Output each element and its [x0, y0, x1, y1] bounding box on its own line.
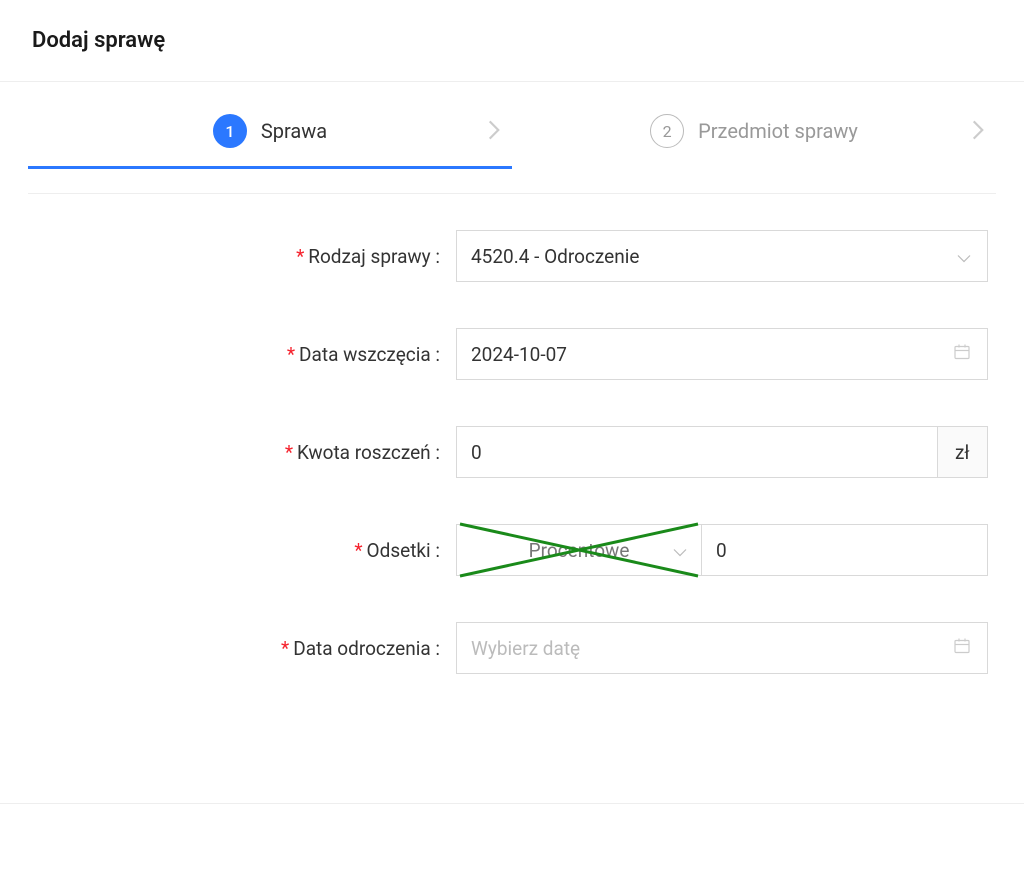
step-label-sprawa: Sprawa — [261, 119, 327, 143]
calendar-icon — [953, 637, 971, 660]
calendar-icon — [953, 343, 971, 366]
required-marker: * — [296, 245, 304, 268]
stepper: 1 Sprawa 2 Przedmiot sprawy — [28, 82, 996, 169]
input-odsetki-amount[interactable]: 0 — [702, 524, 988, 576]
required-marker: * — [285, 441, 293, 464]
label-odsetki: *Odsetki : — [36, 539, 456, 562]
select-rodzaj-sprawy[interactable]: 4520.4 - Odroczenie — [456, 230, 988, 282]
chevron-right-icon — [488, 120, 500, 144]
row-rodzaj-sprawy: *Rodzaj sprawy : 4520.4 - Odroczenie — [36, 230, 988, 282]
step-przedmiot-sprawy[interactable]: 2 Przedmiot sprawy — [512, 114, 996, 169]
required-marker: * — [281, 637, 289, 660]
select-value: Procentowe — [471, 539, 687, 562]
select-value: 4520.4 - Odroczenie — [471, 245, 639, 268]
input-data-odroczenia[interactable]: Wybierz datę — [456, 622, 988, 674]
row-data-odroczenia: *Data odroczenia : Wybierz datę — [36, 622, 988, 674]
date-value: 2024-10-07 — [471, 343, 567, 366]
step-label-przedmiot: Przedmiot sprawy — [698, 119, 858, 143]
chevron-down-icon — [673, 539, 687, 562]
label-text: Odsetki : — [367, 539, 440, 562]
input-value: 0 — [471, 441, 482, 464]
required-marker: * — [287, 343, 295, 366]
input-kwota-roszczen[interactable]: 0 — [456, 426, 938, 478]
row-kwota-roszczen: *Kwota roszczeń : 0 zł — [36, 426, 988, 478]
row-data-wszczecia: *Data wszczęcia : 2024-10-07 — [36, 328, 988, 380]
label-text: Data odroczenia : — [293, 637, 440, 660]
chevron-down-icon — [957, 245, 971, 268]
case-form: *Rodzaj sprawy : 4520.4 - Odroczenie *Da… — [28, 230, 996, 780]
label-text: Rodzaj sprawy : — [308, 245, 440, 268]
required-marker: * — [354, 539, 362, 562]
row-odsetki: *Odsetki : Procentowe 0 — [36, 524, 988, 576]
divider — [28, 193, 996, 194]
label-data-wszczecia: *Data wszczęcia : — [36, 343, 456, 366]
step-badge-2: 2 — [650, 114, 684, 148]
label-rodzaj-sprawy: *Rodzaj sprawy : — [36, 245, 456, 268]
input-value: 0 — [716, 539, 727, 562]
label-data-odroczenia: *Data odroczenia : — [36, 637, 456, 660]
label-text: Kwota roszczeń : — [297, 441, 440, 464]
input-data-wszczecia[interactable]: 2024-10-07 — [456, 328, 988, 380]
step-sprawa[interactable]: 1 Sprawa — [28, 114, 512, 169]
label-kwota-roszczen: *Kwota roszczeń : — [36, 441, 456, 464]
label-text: Data wszczęcia : — [299, 343, 440, 366]
footer-divider — [0, 803, 1024, 804]
chevron-right-icon — [972, 120, 984, 144]
step-badge-1: 1 — [213, 114, 247, 148]
page-title: Dodaj sprawę — [0, 0, 1024, 82]
select-odsetki-type[interactable]: Procentowe — [456, 524, 702, 576]
date-placeholder: Wybierz datę — [471, 637, 580, 660]
content-area: 1 Sprawa 2 Przedmiot sprawy *Rodzaj spra… — [0, 82, 1024, 780]
currency-suffix: zł — [938, 426, 988, 478]
